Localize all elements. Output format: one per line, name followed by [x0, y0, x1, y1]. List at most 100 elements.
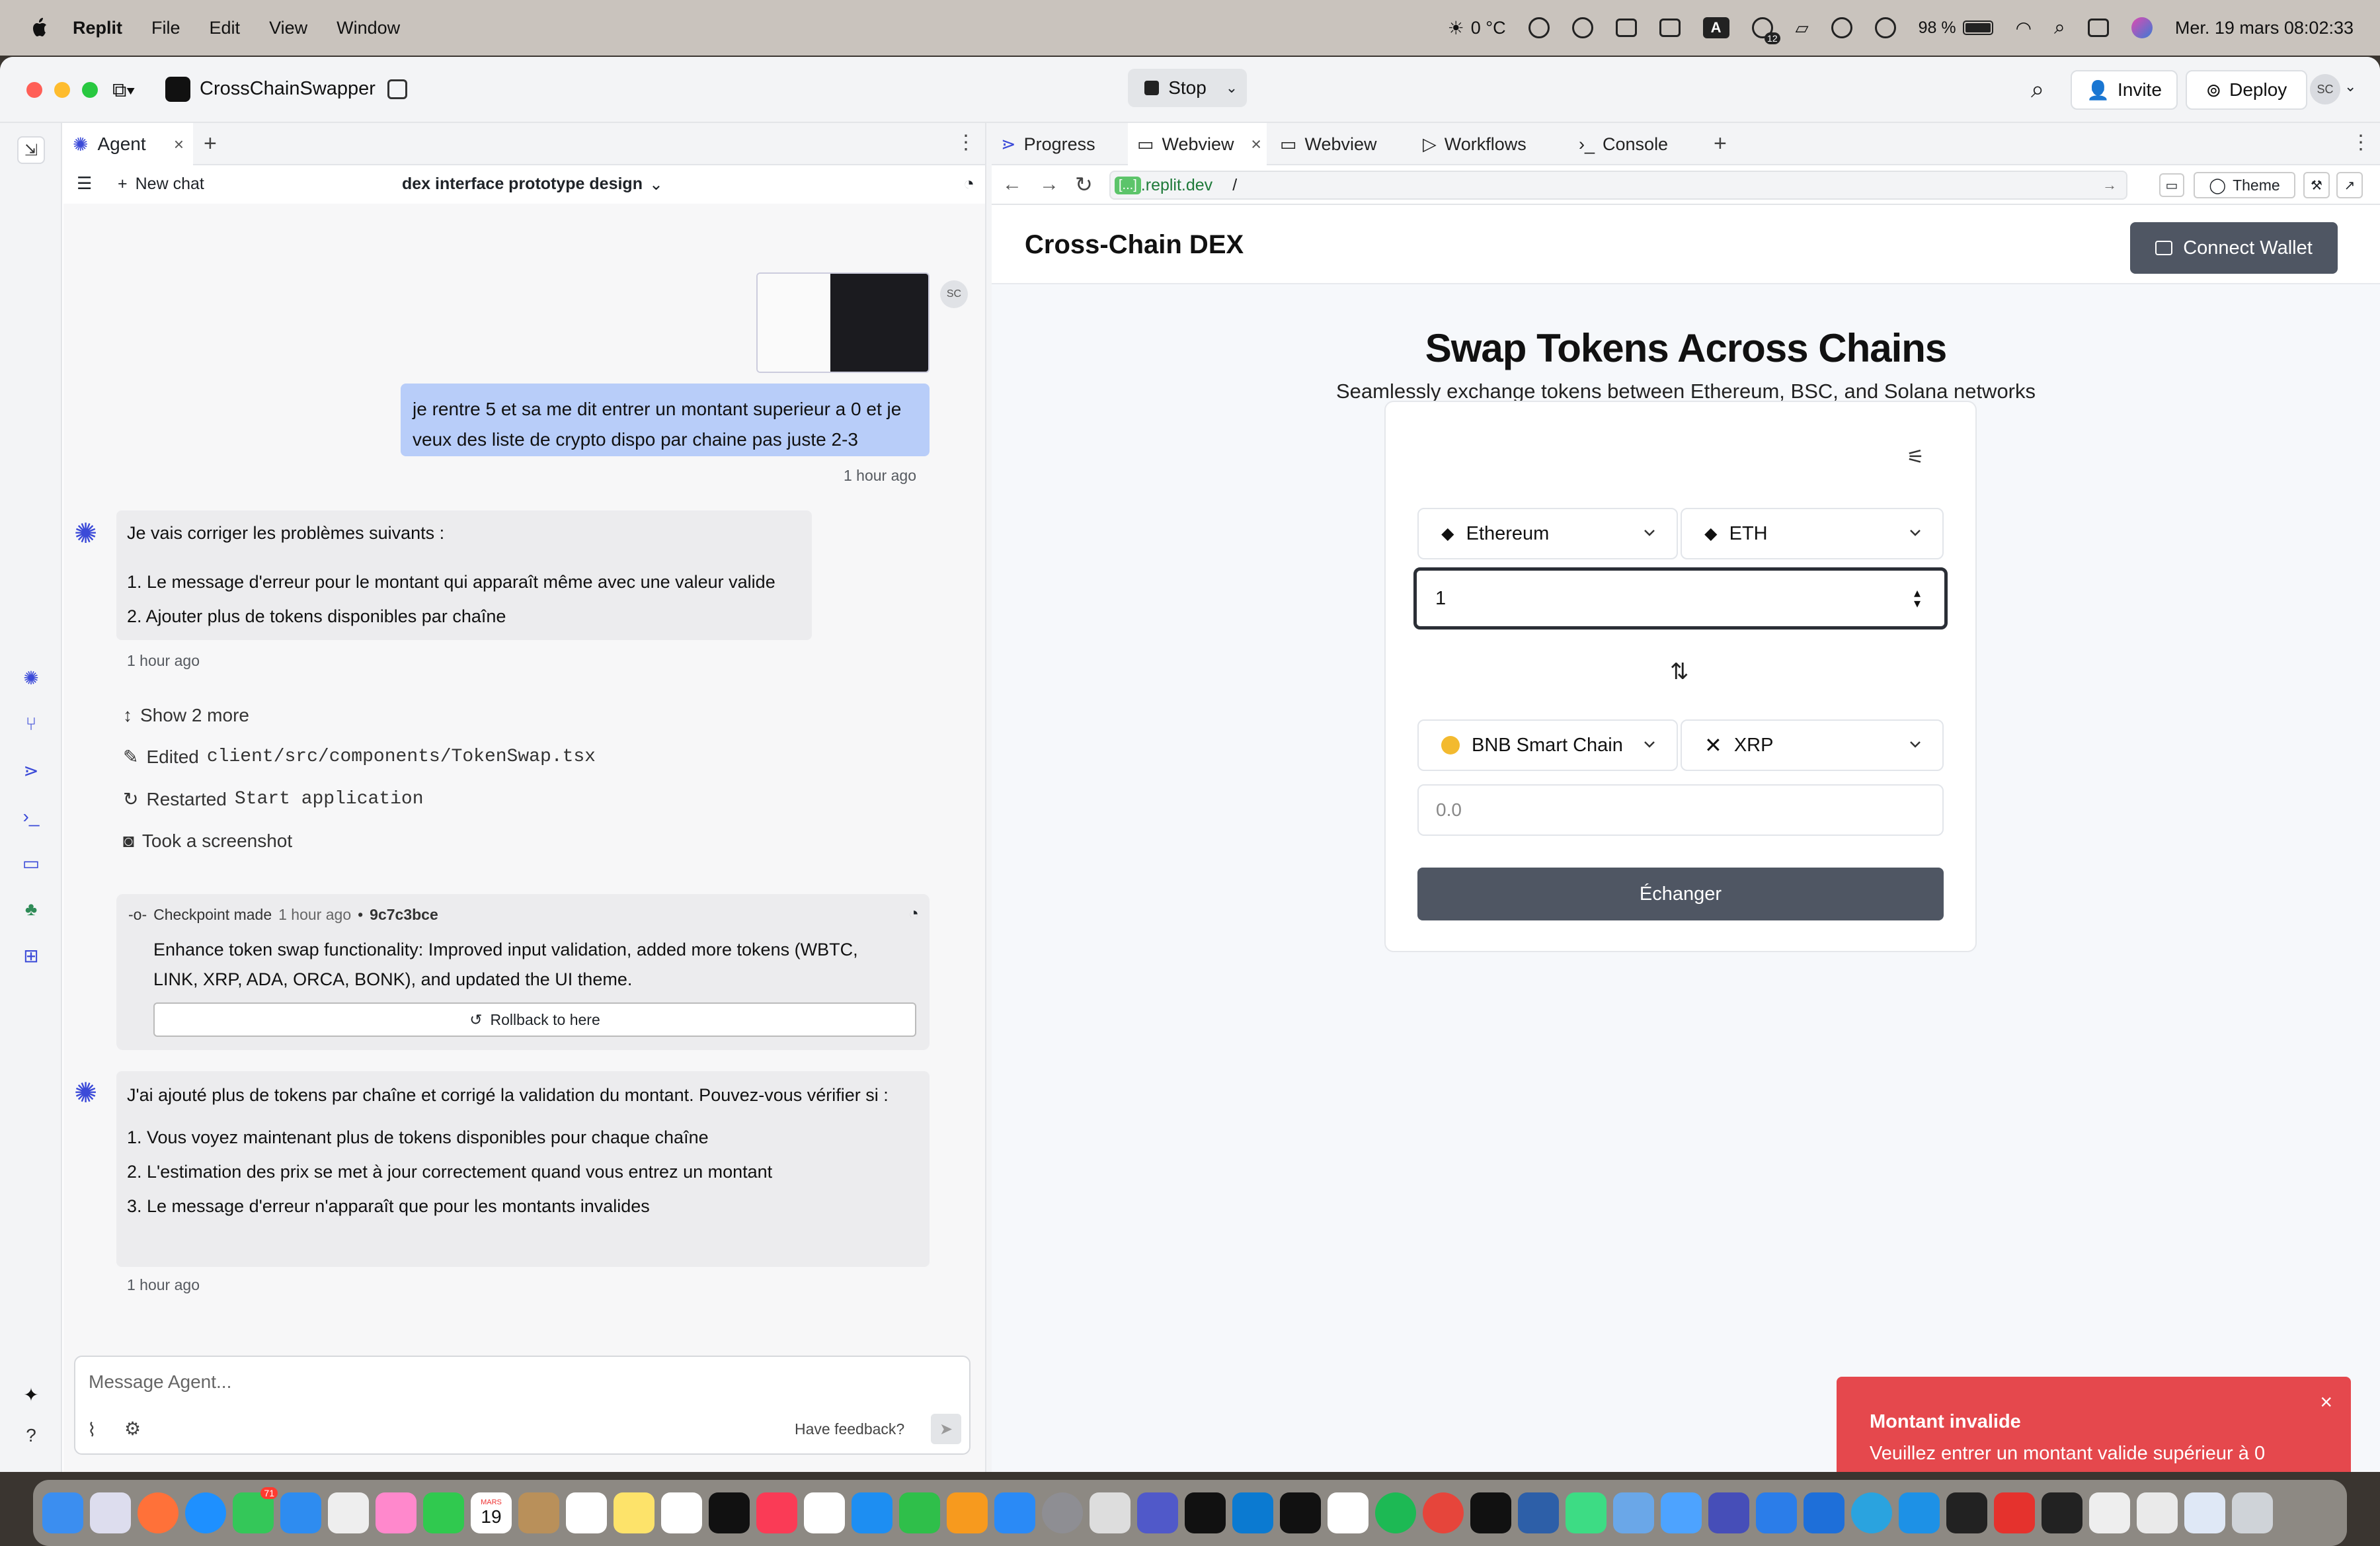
open-url-arrow-icon[interactable]: → — [2102, 177, 2117, 194]
theme-button[interactable]: ◯ Theme — [2194, 172, 2295, 198]
from-chain-select[interactable]: ⬥ Ethereum — [1417, 508, 1678, 559]
warp-icon[interactable] — [1946, 1492, 1987, 1533]
panel-resize-handle[interactable] — [985, 123, 992, 1472]
wrench-icon[interactable]: ⚒ — [2303, 172, 2330, 198]
new-tab-icon[interactable]: + — [204, 131, 217, 157]
android-studio-icon[interactable] — [1566, 1492, 1606, 1533]
minimize-window-button[interactable] — [54, 82, 70, 98]
chat-list-icon[interactable]: ☰ — [77, 173, 92, 194]
play-icon[interactable] — [1831, 17, 1852, 38]
new-tab-icon[interactable]: + — [1714, 131, 1727, 157]
invite-button[interactable]: 👤 Invite — [2071, 70, 2178, 110]
docker-icon[interactable] — [1899, 1492, 1940, 1533]
url-field[interactable]: [...] .replit.dev / → — [1109, 171, 2127, 200]
edited-file-action[interactable]: ✎ Edited client/src/components/TokenSwap.t… — [123, 746, 596, 768]
xcode-icon[interactable] — [994, 1492, 1035, 1533]
mail-icon[interactable] — [280, 1492, 321, 1533]
to-token-select[interactable]: ✕ XRP — [1681, 719, 1944, 771]
time-machine-icon[interactable] — [1571, 17, 1593, 38]
output-amount-field[interactable]: 0.0 — [1417, 784, 1944, 836]
github-icon[interactable] — [1280, 1492, 1321, 1533]
attach-icon[interactable]: ⌇ — [87, 1419, 97, 1441]
teams-icon[interactable] — [1137, 1492, 1178, 1533]
preview-icon[interactable] — [1804, 1492, 1844, 1533]
acrobat-icon[interactable] — [1994, 1492, 2035, 1533]
user-account-icon[interactable] — [1874, 17, 1896, 38]
pages-icon[interactable] — [947, 1492, 988, 1533]
app-store-icon[interactable] — [328, 1492, 369, 1533]
zoom-window-button[interactable] — [82, 82, 98, 98]
close-tab-icon[interactable]: × — [174, 134, 184, 155]
agent-rail-icon[interactable]: ✺ — [17, 664, 45, 692]
from-token-select[interactable]: ⬥ ETH — [1681, 508, 1944, 559]
chrome-icon[interactable] — [1423, 1492, 1464, 1533]
notes-icon[interactable] — [614, 1492, 654, 1533]
amount-input[interactable]: 1 ▴ ▾ — [1413, 567, 1948, 630]
deploy-button[interactable]: ⊚ Deploy — [2186, 70, 2307, 110]
facetime-icon[interactable] — [423, 1492, 464, 1533]
send-button[interactable]: ➤ — [931, 1414, 961, 1444]
swap-direction-icon[interactable]: ⇅ — [1670, 659, 1689, 685]
network-tool-icon[interactable] — [1518, 1492, 1559, 1533]
devtools-icon[interactable]: ▭ — [2159, 173, 2184, 197]
freeform-icon[interactable] — [661, 1492, 702, 1533]
downloads-stack-icon[interactable] — [2137, 1492, 2178, 1533]
tab-webview-active[interactable]: ▭ Webview × — [1128, 123, 1267, 165]
apps-grid-icon[interactable]: ⊞ — [17, 942, 45, 969]
close-window-button[interactable] — [26, 82, 42, 98]
control-center-icon[interactable] — [2087, 19, 2109, 37]
menu-edit[interactable]: Edit — [210, 18, 241, 38]
telegram-icon[interactable] — [1851, 1492, 1892, 1533]
launchpad-icon[interactable] — [90, 1492, 131, 1533]
tab-workflows[interactable]: ▷ Workflows — [1423, 123, 1527, 165]
stop-button[interactable]: Stop — [1128, 69, 1223, 107]
spotify-icon[interactable] — [1375, 1492, 1416, 1533]
photos-icon[interactable] — [376, 1492, 416, 1533]
tab-console[interactable]: ›_ Console — [1579, 123, 1668, 165]
screen-window-icon[interactable] — [2184, 1492, 2225, 1533]
teams-menu-icon[interactable] — [1659, 19, 1681, 37]
menu-view[interactable]: View — [269, 18, 307, 38]
utility-icon[interactable] — [1613, 1492, 1654, 1533]
settings-icon[interactable]: ⚙ — [124, 1418, 141, 1440]
battery-status[interactable]: 98 % — [1919, 19, 1993, 38]
messages-icon[interactable]: 71 — [233, 1487, 278, 1533]
project-settings-icon[interactable] — [387, 79, 407, 99]
spotlight-search-icon[interactable]: ⌕ — [2054, 17, 2065, 39]
user-avatar[interactable]: SC — [2310, 74, 2340, 104]
dex-brand[interactable]: Cross-Chain DEX — [1025, 230, 1244, 260]
notification-icon[interactable]: 12 — [1751, 17, 1780, 44]
system-settings-icon[interactable] — [1042, 1492, 1083, 1533]
tree-icon[interactable]: ♣ — [17, 895, 45, 923]
chatgpt-icon[interactable] — [1328, 1492, 1368, 1533]
documents-icon[interactable] — [2089, 1492, 2130, 1533]
display-icon[interactable] — [1615, 19, 1637, 37]
calendar-icon[interactable]: MARS 19 — [471, 1492, 512, 1533]
wifi-icon[interactable]: ◠ — [2016, 17, 2032, 39]
sparkle-icon[interactable]: ✦ — [17, 1381, 45, 1408]
connect-wallet-button[interactable]: Connect Wallet — [2130, 222, 2338, 274]
keynote-icon[interactable] — [852, 1492, 892, 1533]
slippage-settings-icon[interactable]: ⚟ — [1907, 446, 1924, 469]
close-tab-icon[interactable]: × — [1251, 134, 1261, 155]
tab-webview[interactable]: ▭ Webview — [1280, 123, 1377, 165]
teams-classic-icon[interactable] — [1708, 1492, 1749, 1533]
show-more-button[interactable]: ↕ Show 2 more — [123, 705, 249, 726]
number-stepper-icon[interactable]: ▴ ▾ — [1914, 587, 1921, 610]
reload-icon[interactable]: ↻ — [1075, 172, 1093, 197]
speed-gauge-icon[interactable]: ◔ — [963, 173, 974, 194]
git-icon[interactable]: ⑂ — [17, 710, 45, 738]
attached-screenshot-thumbnail[interactable] — [756, 272, 930, 373]
back-icon[interactable]: ← — [1002, 173, 1022, 196]
swap-button[interactable]: Échanger — [1417, 868, 1944, 920]
vscode-icon[interactable] — [1232, 1492, 1273, 1533]
close-toast-icon[interactable]: × — [2320, 1390, 2332, 1414]
menu-clock[interactable]: Mer. 19 mars 08:02:33 — [2175, 18, 2354, 38]
menu-window[interactable]: Window — [337, 18, 400, 38]
progress-rail-icon[interactable]: ⋗ — [17, 756, 45, 784]
finder-icon[interactable] — [42, 1492, 83, 1533]
menu-file[interactable]: File — [151, 18, 180, 38]
panel-menu-icon[interactable]: ⋮ — [2351, 131, 2371, 154]
chatgpt-menu-icon[interactable] — [1528, 17, 1550, 38]
menu-app-name[interactable]: Replit — [73, 18, 122, 38]
